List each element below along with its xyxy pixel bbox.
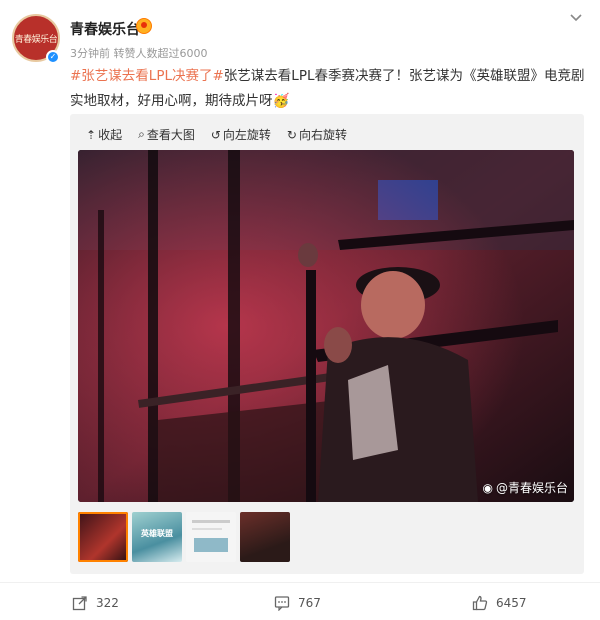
collapse-label: 收起 <box>98 128 123 142</box>
media-viewer: ⇡ 收起 ⌕ 查看大图 ↺ 向左旋转 ↻ 向右旋转 ◉ @青春娱乐台 英雄联盟 <box>70 114 584 574</box>
chevron-down-icon[interactable] <box>569 11 583 25</box>
username-link[interactable]: 青春娱乐台 <box>70 19 140 39</box>
thumb3-line <box>192 520 230 523</box>
magnifier-icon: ⌕ <box>138 127 145 141</box>
rotate-right-icon: ↻ <box>286 127 297 142</box>
comment-icon <box>274 596 290 611</box>
hashtag-link[interactable]: #张艺谋去看LPL决赛了# <box>70 68 224 84</box>
like-button[interactable]: 6457 <box>472 595 527 611</box>
repost-button[interactable]: 322 <box>72 595 119 611</box>
post-text: #张艺谋去看LPL决赛了#张艺谋去看LPL春季赛决赛了！张艺谋为《英雄联盟》电竞… <box>70 64 590 114</box>
thumb3-line <box>192 528 222 530</box>
watermark-text: @青春娱乐台 <box>495 481 568 495</box>
thumbnail-4[interactable] <box>240 512 290 562</box>
rotate-right-button[interactable]: ↻ 向右旋转 <box>287 126 347 143</box>
repost-count: 322 <box>96 596 119 610</box>
party-emoji-icon: 🥳 <box>272 93 290 109</box>
avatar-logo-text: 青春娱乐台 <box>14 34 58 45</box>
post-meta: 3分钟前 转赞人数超过6000 <box>70 47 208 60</box>
view-large-button[interactable]: ⌕ 查看大图 <box>138 126 195 143</box>
comment-button[interactable]: 767 <box>274 595 321 611</box>
view-large-label: 查看大图 <box>146 128 195 142</box>
media-toolbar: ⇡ 收起 ⌕ 查看大图 ↺ 向左旋转 ↻ 向右旋转 <box>86 126 347 143</box>
like-count: 6457 <box>496 596 527 610</box>
main-photo[interactable]: ◉ @青春娱乐台 <box>78 150 574 502</box>
rotate-right-label: 向右旋转 <box>298 128 347 142</box>
collapse-button[interactable]: ⇡ 收起 <box>86 126 122 143</box>
photo-watermark: ◉ @青春娱乐台 <box>483 479 569 496</box>
action-bar: 322 767 6457 <box>0 582 600 620</box>
collapse-icon: ⇡ <box>86 127 97 142</box>
photo-illustration <box>78 150 574 502</box>
weibo-post-card: 青春娱乐台 ✓ 青春娱乐台 3分钟前 转赞人数超过6000 #张艺谋去看LPL决… <box>0 0 600 620</box>
thumbnail-2[interactable]: 英雄联盟 <box>132 512 182 562</box>
comment-count: 767 <box>298 596 321 610</box>
thumbnail-1[interactable] <box>78 512 128 562</box>
share-icon <box>72 596 87 611</box>
thumbnail-strip: 英雄联盟 <box>78 512 290 562</box>
member-badge-icon[interactable] <box>136 18 152 34</box>
rotate-left-button[interactable]: ↺ 向左旋转 <box>211 126 271 143</box>
thumbnail-3[interactable] <box>186 512 236 562</box>
thumbs-up-icon <box>472 595 488 611</box>
thumbnail-2-title: 英雄联盟 <box>141 529 173 538</box>
verified-badge-icon: ✓ <box>46 50 60 64</box>
thumb3-image <box>194 538 228 552</box>
rotate-left-label: 向左旋转 <box>222 128 271 142</box>
weibo-logo-icon: ◉ <box>482 480 493 495</box>
rotate-left-icon: ↺ <box>210 127 221 142</box>
